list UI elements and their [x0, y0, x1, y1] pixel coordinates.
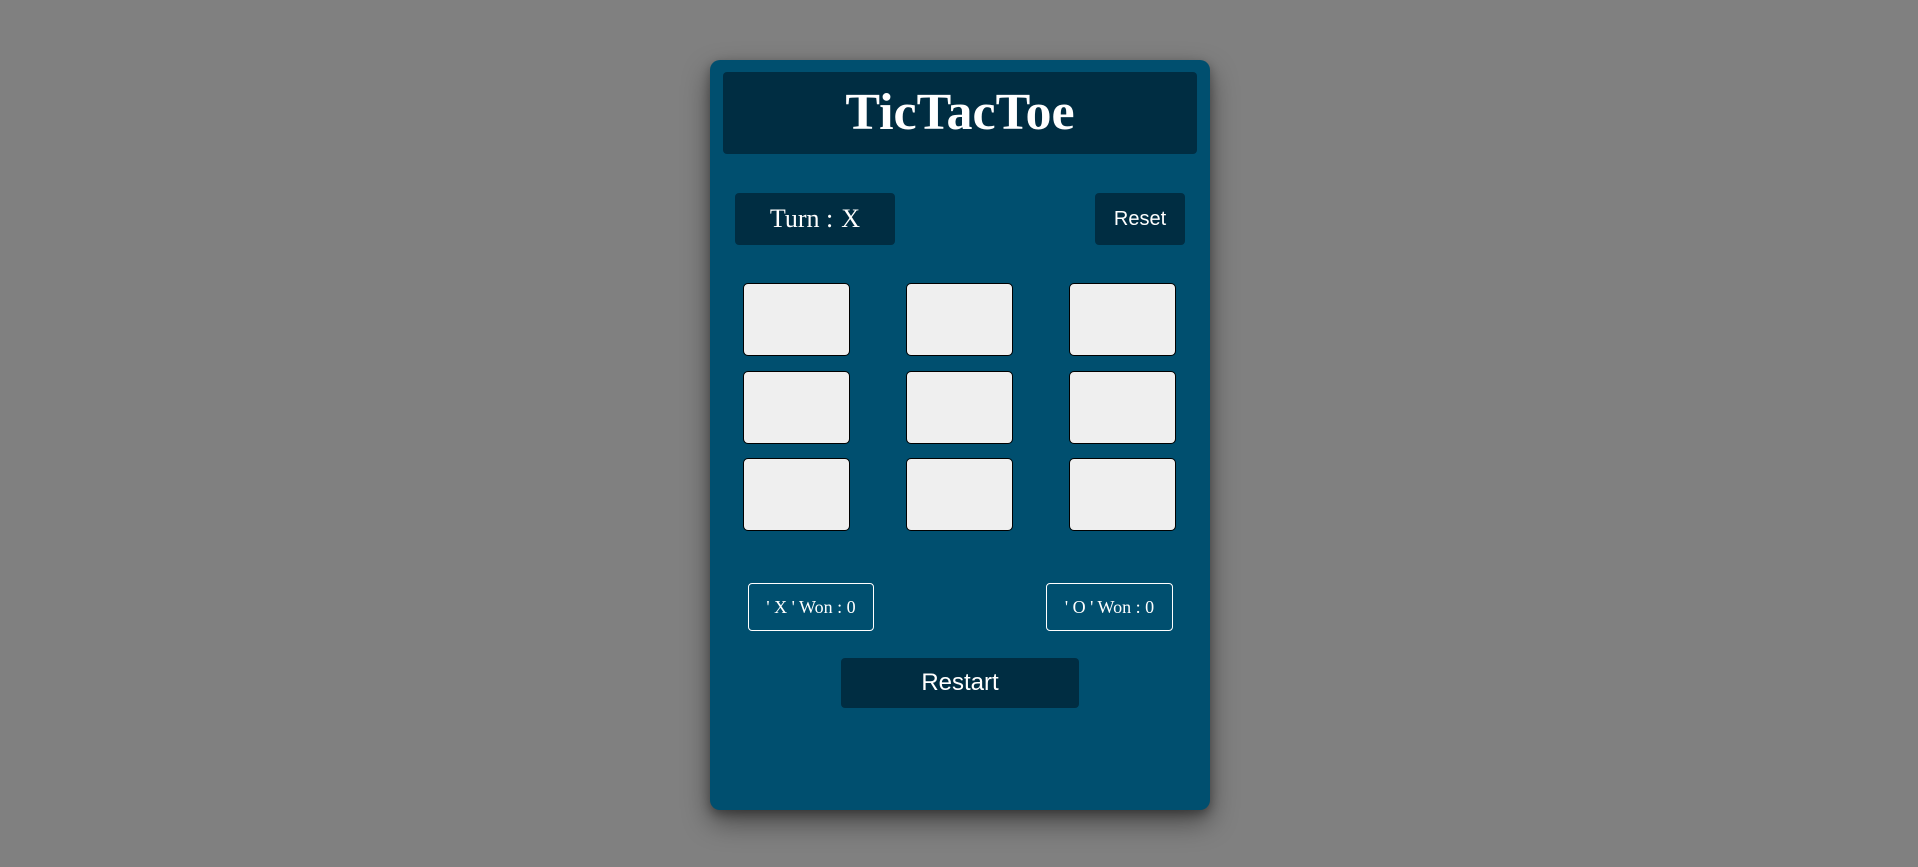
turn-indicator: Turn : X: [735, 193, 895, 245]
x-score-badge: ' X ' Won : 0: [748, 583, 874, 631]
x-score-value: 0: [846, 596, 856, 617]
page-title: TicTacToe: [845, 84, 1075, 141]
o-score-label: ' O ' Won :: [1064, 596, 1141, 617]
game-board: [743, 283, 1177, 533]
o-score-badge: ' O ' Won : 0: [1046, 583, 1173, 631]
board-cell-3[interactable]: [1069, 283, 1176, 356]
board-cell-4[interactable]: [743, 371, 850, 444]
board-cell-8[interactable]: [906, 458, 1013, 531]
board-cell-5[interactable]: [906, 371, 1013, 444]
reset-button[interactable]: Reset: [1095, 193, 1185, 245]
turn-value: X: [841, 204, 861, 233]
board-cell-9[interactable]: [1069, 458, 1176, 531]
turn-label: Turn :: [769, 204, 834, 233]
x-score-label: ' X ' Won :: [766, 596, 843, 617]
board-cell-7[interactable]: [743, 458, 850, 531]
board-cell-1[interactable]: [743, 283, 850, 356]
game-card: TicTacToe Turn : X Reset ' X ' Won : 0 '…: [710, 60, 1210, 810]
title-bar: TicTacToe: [723, 72, 1197, 154]
restart-button[interactable]: Restart: [841, 658, 1079, 708]
board-cell-2[interactable]: [906, 283, 1013, 356]
board-cell-6[interactable]: [1069, 371, 1176, 444]
o-score-value: 0: [1145, 596, 1155, 617]
